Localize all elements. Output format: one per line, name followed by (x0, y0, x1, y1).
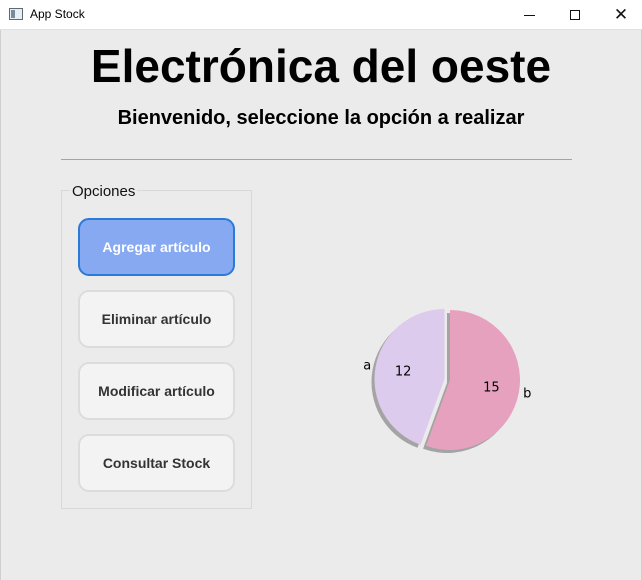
pie-label-b: b (523, 387, 531, 402)
add-article-button[interactable]: Agregar artículo (78, 218, 235, 276)
close-icon: ✕ (613, 4, 629, 25)
maximize-icon (570, 10, 580, 20)
consult-stock-button[interactable]: Consultar Stock (78, 434, 235, 492)
title-bar: App Stock ✕ (0, 0, 642, 30)
page-subtitle: Bienvenido, seleccione la opción a reali… (117, 107, 525, 129)
page-title: Electrónica del oeste (90, 40, 552, 92)
pie-value-a: 12 (395, 365, 412, 380)
maximize-button[interactable] (552, 0, 598, 30)
options-groupbox-title: Opciones (70, 183, 138, 201)
stock-pie-chart: a 12 b 15 (363, 309, 531, 453)
close-button[interactable]: ✕ (598, 0, 642, 30)
pie-label-a: a (363, 358, 371, 373)
delete-article-button[interactable]: Eliminar artículo (78, 290, 235, 348)
window-title: App Stock (30, 7, 85, 21)
pie-value-b: 15 (483, 380, 500, 395)
header-divider (61, 159, 572, 160)
minimize-button[interactable] (506, 0, 552, 30)
modify-article-button[interactable]: Modificar artículo (78, 362, 235, 420)
minimize-icon (523, 14, 535, 16)
app-window-icon (9, 8, 23, 20)
